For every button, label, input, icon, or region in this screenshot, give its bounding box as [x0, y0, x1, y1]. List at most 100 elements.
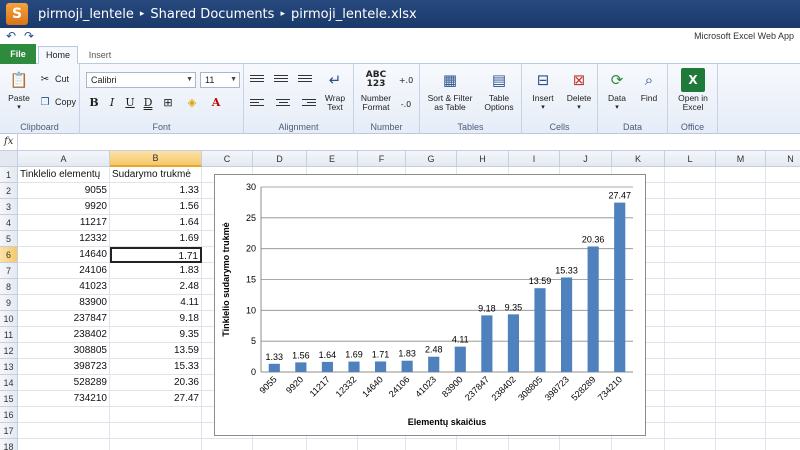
- redo-icon[interactable]: ↷: [22, 29, 36, 43]
- cell-l2[interactable]: [665, 183, 716, 199]
- row-header-2[interactable]: 2: [0, 183, 18, 199]
- font-size-select[interactable]: 11 ▼: [200, 72, 240, 88]
- align-middle-icon[interactable]: [274, 70, 292, 86]
- tab-insert[interactable]: Insert: [82, 46, 118, 64]
- breadcrumb-library[interactable]: Shared Documents: [150, 7, 274, 22]
- find-button[interactable]: ⌕ Find: [634, 68, 664, 103]
- cell-h18[interactable]: [457, 439, 509, 450]
- cell-n17[interactable]: [766, 423, 800, 439]
- cell-n6[interactable]: [766, 247, 800, 263]
- wrap-text-button[interactable]: ↵ Wrap Text: [320, 68, 350, 112]
- open-in-excel-button[interactable]: X Open in Excel: [672, 68, 714, 112]
- cell-m7[interactable]: [716, 263, 766, 279]
- cell-l18[interactable]: [665, 439, 716, 450]
- delete-button[interactable]: ⊠ Delete ▾: [562, 68, 596, 112]
- align-right-icon[interactable]: [298, 94, 316, 110]
- column-header-f[interactable]: F: [358, 151, 406, 167]
- cell-b14[interactable]: 20.36: [110, 375, 202, 391]
- row-header-5[interactable]: 5: [0, 231, 18, 247]
- column-header-m[interactable]: M: [716, 151, 766, 167]
- cell-b2[interactable]: 1.33: [110, 183, 202, 199]
- cell-b5[interactable]: 1.69: [110, 231, 202, 247]
- column-header-n[interactable]: N: [766, 151, 800, 167]
- cell-b18[interactable]: [110, 439, 202, 450]
- cell-b9[interactable]: 4.11: [110, 295, 202, 311]
- cell-b13[interactable]: 15.33: [110, 359, 202, 375]
- row-header-8[interactable]: 8: [0, 279, 18, 295]
- cell-a2[interactable]: 9055: [18, 183, 110, 199]
- row-header-15[interactable]: 15: [0, 391, 18, 407]
- row-header-10[interactable]: 10: [0, 311, 18, 327]
- row-header-12[interactable]: 12: [0, 343, 18, 359]
- cell-a13[interactable]: 398723: [18, 359, 110, 375]
- breadcrumb-site[interactable]: pirmoji_lentele: [38, 7, 134, 22]
- column-header-b[interactable]: B: [110, 151, 202, 167]
- cell-l3[interactable]: [665, 199, 716, 215]
- cell-m1[interactable]: [716, 167, 766, 183]
- cell-a15[interactable]: 734210: [18, 391, 110, 407]
- cell-a11[interactable]: 238402: [18, 327, 110, 343]
- cell-l9[interactable]: [665, 295, 716, 311]
- row-header-3[interactable]: 3: [0, 199, 18, 215]
- column-header-g[interactable]: G: [406, 151, 457, 167]
- column-header-j[interactable]: J: [560, 151, 612, 167]
- cell-n13[interactable]: [766, 359, 800, 375]
- row-header-13[interactable]: 13: [0, 359, 18, 375]
- underline-icon[interactable]: U: [122, 94, 138, 110]
- number-format-button[interactable]: ABC 123 Number Format: [358, 68, 394, 112]
- row-header-17[interactable]: 17: [0, 423, 18, 439]
- cell-n18[interactable]: [766, 439, 800, 450]
- cell-n14[interactable]: [766, 375, 800, 391]
- column-header-h[interactable]: H: [457, 151, 509, 167]
- cell-m14[interactable]: [716, 375, 766, 391]
- cell-m16[interactable]: [716, 407, 766, 423]
- cell-b7[interactable]: 1.83: [110, 263, 202, 279]
- row-header-7[interactable]: 7: [0, 263, 18, 279]
- sharepoint-logo-icon[interactable]: S: [6, 3, 28, 25]
- paste-button[interactable]: 📋 Paste ▾: [4, 68, 34, 112]
- cell-l14[interactable]: [665, 375, 716, 391]
- tab-file[interactable]: File: [0, 44, 36, 64]
- column-header-d[interactable]: D: [253, 151, 307, 167]
- cell-m6[interactable]: [716, 247, 766, 263]
- cell-m9[interactable]: [716, 295, 766, 311]
- cell-m13[interactable]: [716, 359, 766, 375]
- cell-l17[interactable]: [665, 423, 716, 439]
- borders-icon[interactable]: ⊞: [160, 94, 176, 110]
- cell-l15[interactable]: [665, 391, 716, 407]
- cell-l5[interactable]: [665, 231, 716, 247]
- cell-m15[interactable]: [716, 391, 766, 407]
- cell-a7[interactable]: 24106: [18, 263, 110, 279]
- cell-a1[interactable]: Tinklelio elementų: [18, 167, 110, 183]
- column-header-i[interactable]: I: [509, 151, 560, 167]
- cell-b11[interactable]: 9.35: [110, 327, 202, 343]
- align-top-icon[interactable]: [250, 70, 268, 86]
- cell-j18[interactable]: [560, 439, 612, 450]
- row-header-18[interactable]: 18: [0, 439, 18, 450]
- cell-b1[interactable]: Sudarymo trukmė: [110, 167, 202, 183]
- select-all-corner[interactable]: [0, 151, 18, 167]
- copy-button[interactable]: ❐ Copy: [38, 95, 77, 109]
- cell-a8[interactable]: 41023: [18, 279, 110, 295]
- row-header-1[interactable]: 1: [0, 167, 18, 183]
- cell-m12[interactable]: [716, 343, 766, 359]
- cell-a16[interactable]: [18, 407, 110, 423]
- cell-b10[interactable]: 9.18: [110, 311, 202, 327]
- cell-a3[interactable]: 9920: [18, 199, 110, 215]
- cell-b16[interactable]: [110, 407, 202, 423]
- cell-m2[interactable]: [716, 183, 766, 199]
- cell-l13[interactable]: [665, 359, 716, 375]
- cell-n15[interactable]: [766, 391, 800, 407]
- row-header-4[interactable]: 4: [0, 215, 18, 231]
- row-header-9[interactable]: 9: [0, 295, 18, 311]
- cell-m17[interactable]: [716, 423, 766, 439]
- cell-b12[interactable]: 13.59: [110, 343, 202, 359]
- cell-l16[interactable]: [665, 407, 716, 423]
- cell-b17[interactable]: [110, 423, 202, 439]
- cell-n10[interactable]: [766, 311, 800, 327]
- cell-l10[interactable]: [665, 311, 716, 327]
- function-icon[interactable]: fx: [4, 136, 13, 147]
- sort-filter-button[interactable]: ▦ Sort & Filter as Table: [424, 68, 476, 112]
- font-color-icon[interactable]: A: [208, 94, 224, 110]
- cell-n3[interactable]: [766, 199, 800, 215]
